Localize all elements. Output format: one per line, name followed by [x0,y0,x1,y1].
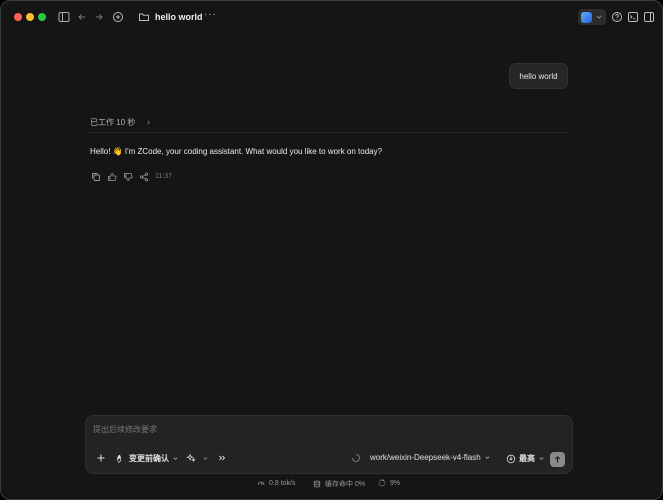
thumbs-up-icon[interactable] [106,171,117,182]
effort-selector[interactable]: 最高 [506,453,545,464]
terminal-icon[interactable] [626,10,640,24]
effort-label: 最高 [519,454,535,463]
user-message-bubble: hello world [509,63,568,89]
loading-spinner-icon [351,453,361,463]
message-actions: 11:37 [90,171,172,182]
work-status-toggle[interactable]: 已工作 10 秒 [90,117,152,128]
send-button[interactable] [550,452,565,467]
composer-input[interactable]: 提出后续修改要求 [93,424,157,435]
expand-button[interactable] [217,453,227,463]
sidebar-toggle-icon[interactable] [57,10,71,24]
context-status: 9% [378,479,400,487]
sparkle-icon [186,453,196,463]
thumbs-down-icon[interactable] [122,171,133,182]
plus-icon [97,454,105,462]
chevron-down-icon [596,15,602,19]
chevron-down-icon [173,457,178,460]
model-label: work/weixin-Deepseek-v4-flash [370,453,481,462]
forward-arrow-icon[interactable] [92,10,106,24]
speed-status: 0.8 tok/s [257,479,295,487]
chevron-down-icon [485,456,490,459]
share-icon[interactable] [138,171,149,182]
double-chevron-right-icon [219,455,226,461]
right-panel-toggle-icon[interactable] [642,10,656,24]
message-timestamp: 11:37 [155,173,172,180]
effort-icon [506,454,516,463]
cache-label: 缓存命中 0% [325,481,366,488]
chevron-down-icon [539,457,544,460]
chevron-down-icon [203,456,208,460]
divider [90,132,569,133]
speed-label: 0.8 tok/s [269,479,296,487]
database-icon [313,480,321,488]
title-bar: hello world ··· [1,1,662,34]
new-chat-icon[interactable] [111,10,125,24]
chevron-right-icon [147,120,151,125]
message-composer[interactable]: 提出后续修改要求 变更前确认 work/weixin-Deepseek-v4-f… [85,415,573,474]
minimize-window-button[interactable] [26,13,34,21]
skills-dropdown[interactable] [186,453,209,463]
speedometer-icon [257,481,265,486]
close-window-button[interactable] [14,13,22,21]
model-selector[interactable]: work/weixin-Deepseek-v4-flash [370,453,491,462]
hand-icon [117,454,121,463]
app-window: hello world ··· hello world 已工作 10 秒 Hel… [0,0,663,500]
context-label: 9% [390,479,401,487]
progress-ring-icon [378,479,386,487]
app-logo-icon [581,11,592,23]
back-arrow-icon[interactable] [75,10,89,24]
window-title: hello world [155,12,203,22]
copy-icon[interactable] [90,171,101,182]
maximize-window-button[interactable] [38,13,46,21]
cache-status: 缓存命中 0% [313,479,365,489]
more-options-button[interactable]: ··· [204,9,217,20]
folder-icon [137,10,151,24]
add-attachment-button[interactable] [96,453,106,463]
confirm-mode-dropdown[interactable]: 变更前确认 [116,453,179,464]
help-icon[interactable] [610,10,624,24]
assistant-message: Hello! 👋 I'm ZCode, your coding assistan… [90,147,383,156]
arrow-up-icon [554,456,561,463]
work-status-label: 已工作 10 秒 [90,118,136,127]
confirm-mode-label: 变更前确认 [129,454,169,463]
app-switcher[interactable] [578,9,606,25]
